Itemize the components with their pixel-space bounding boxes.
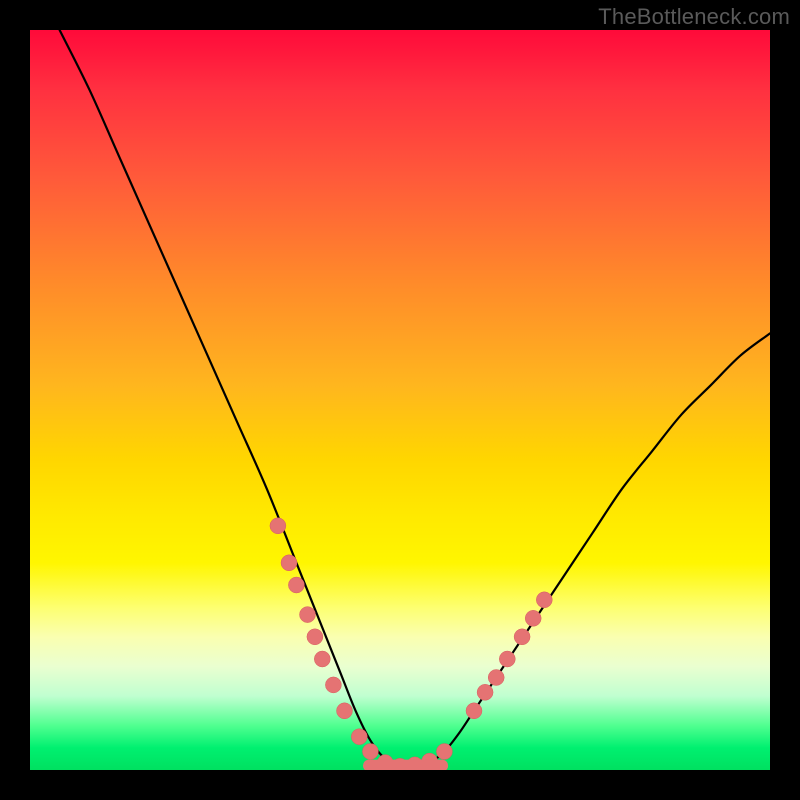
data-marker [499,651,515,667]
flat-segment [363,760,448,770]
data-marker [270,518,286,534]
data-marker [362,744,378,760]
plot-area [30,30,770,770]
data-marker [514,629,530,645]
data-marker [477,684,493,700]
data-marker [436,744,452,760]
data-marker [466,703,482,719]
data-marker [488,670,504,686]
data-marker [325,677,341,693]
data-marker [288,577,304,593]
data-marker [281,555,297,571]
curve-svg [30,30,770,770]
data-marker [307,629,323,645]
data-marker [536,592,552,608]
data-marker [525,610,541,626]
data-marker [314,651,330,667]
bottleneck-curve [60,30,770,767]
marker-group [270,518,552,770]
data-marker [351,729,367,745]
data-marker [337,703,353,719]
valley-flat-marker [363,760,448,770]
chart-frame: TheBottleneck.com [0,0,800,800]
data-marker [300,607,316,623]
watermark-text: TheBottleneck.com [598,4,790,30]
